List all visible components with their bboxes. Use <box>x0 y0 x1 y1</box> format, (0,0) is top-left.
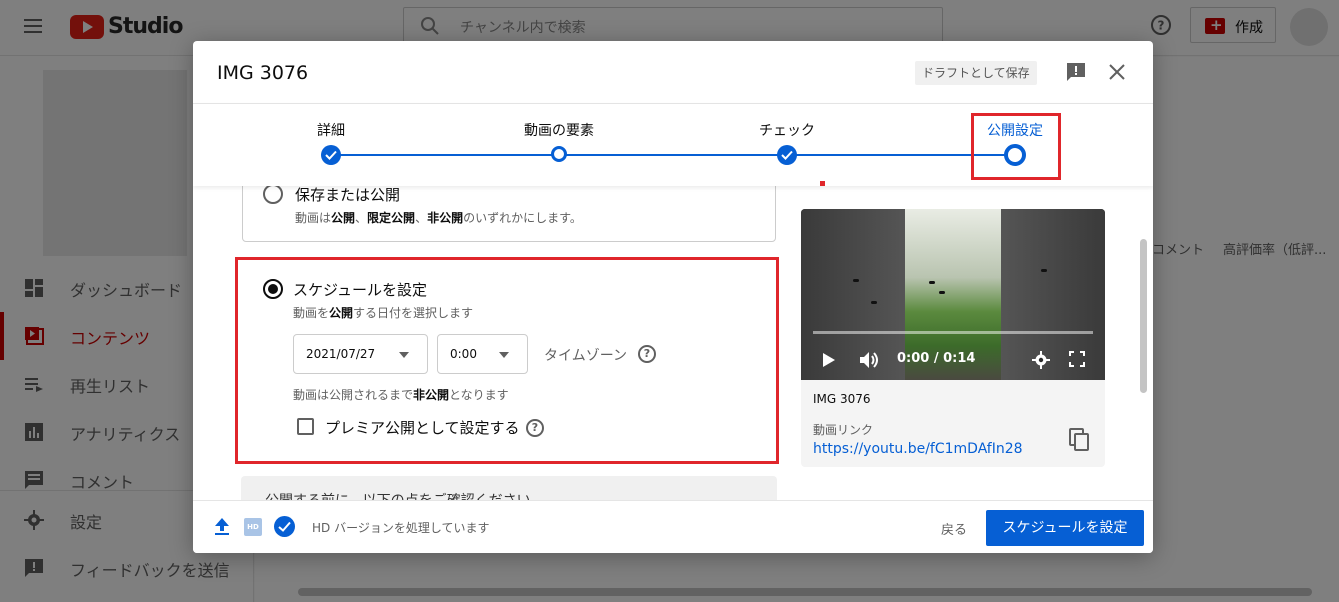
fullscreen-icon[interactable] <box>1069 351 1085 367</box>
video-progress-bar[interactable] <box>813 331 1093 334</box>
save-or-publish-title: 保存または公開 <box>295 186 401 204</box>
dialog-scrollbar[interactable] <box>1140 239 1147 393</box>
video-link[interactable]: https://youtu.be/fC1mDAfIn28 <box>813 441 1023 457</box>
video-filename: IMG 3076 <box>813 392 871 406</box>
close-icon[interactable] <box>1107 62 1127 82</box>
dialog-title: IMG 3076 <box>217 62 309 84</box>
video-detail <box>929 281 935 284</box>
upload-dialog: IMG 3076 ドラフトとして保存 詳細 動画の要素 チェック 公開設定 保存… <box>193 41 1153 553</box>
highlight-box-schedule <box>235 257 779 464</box>
report-feedback-icon[interactable] <box>1065 61 1087 83</box>
hd-icon: HD <box>244 518 262 536</box>
video-detail <box>853 279 859 282</box>
volume-icon[interactable] <box>859 351 881 369</box>
back-button[interactable]: 戻る <box>941 519 967 538</box>
dialog-footer: HD HD バージョンを処理しています 戻る スケジュールを設定 <box>193 500 1153 553</box>
save-draft-button[interactable]: ドラフトとして保存 <box>915 61 1037 85</box>
step-checks-check-icon[interactable] <box>777 145 797 165</box>
video-frame-right <box>1001 209 1105 380</box>
step-details-check-icon[interactable] <box>321 145 341 165</box>
stepper-line <box>331 154 1015 156</box>
video-player[interactable]: 0:00 / 0:14 <box>801 209 1105 380</box>
save-or-publish-radio[interactable] <box>263 184 283 204</box>
step-details-label[interactable]: 詳細 <box>317 120 345 140</box>
step-elements-circle-icon[interactable] <box>551 146 567 162</box>
checks-complete-icon <box>274 516 295 537</box>
processing-status: HD バージョンを処理しています <box>312 521 490 535</box>
highlight-mark <box>820 181 825 186</box>
video-frame-left <box>801 209 905 380</box>
video-detail <box>1041 269 1047 272</box>
gear-icon[interactable] <box>1032 351 1050 369</box>
copy-icon[interactable] <box>1069 428 1091 452</box>
video-preview-card: 0:00 / 0:14 IMG 3076 動画リンク https://youtu… <box>801 209 1105 467</box>
save-or-publish-sub: 動画は公開、限定公開、非公開のいずれかにします。 <box>295 211 582 225</box>
video-link-label: 動画リンク <box>813 423 874 437</box>
step-checks-label[interactable]: チェック <box>759 120 815 140</box>
video-detail <box>939 291 945 294</box>
video-detail <box>871 301 877 304</box>
video-time: 0:00 / 0:14 <box>897 351 976 366</box>
upload-icon <box>215 518 229 535</box>
stepper: 詳細 動画の要素 チェック 公開設定 <box>193 104 1153 186</box>
play-icon[interactable] <box>821 351 837 369</box>
step-elements-label[interactable]: 動画の要素 <box>524 120 594 140</box>
schedule-card[interactable]: スケジュールを設定 動画を公開する日付を選択します 2021/07/27 0:0… <box>235 257 779 464</box>
highlight-box-step <box>971 113 1061 180</box>
schedule-button[interactable]: スケジュールを設定 <box>986 510 1144 546</box>
